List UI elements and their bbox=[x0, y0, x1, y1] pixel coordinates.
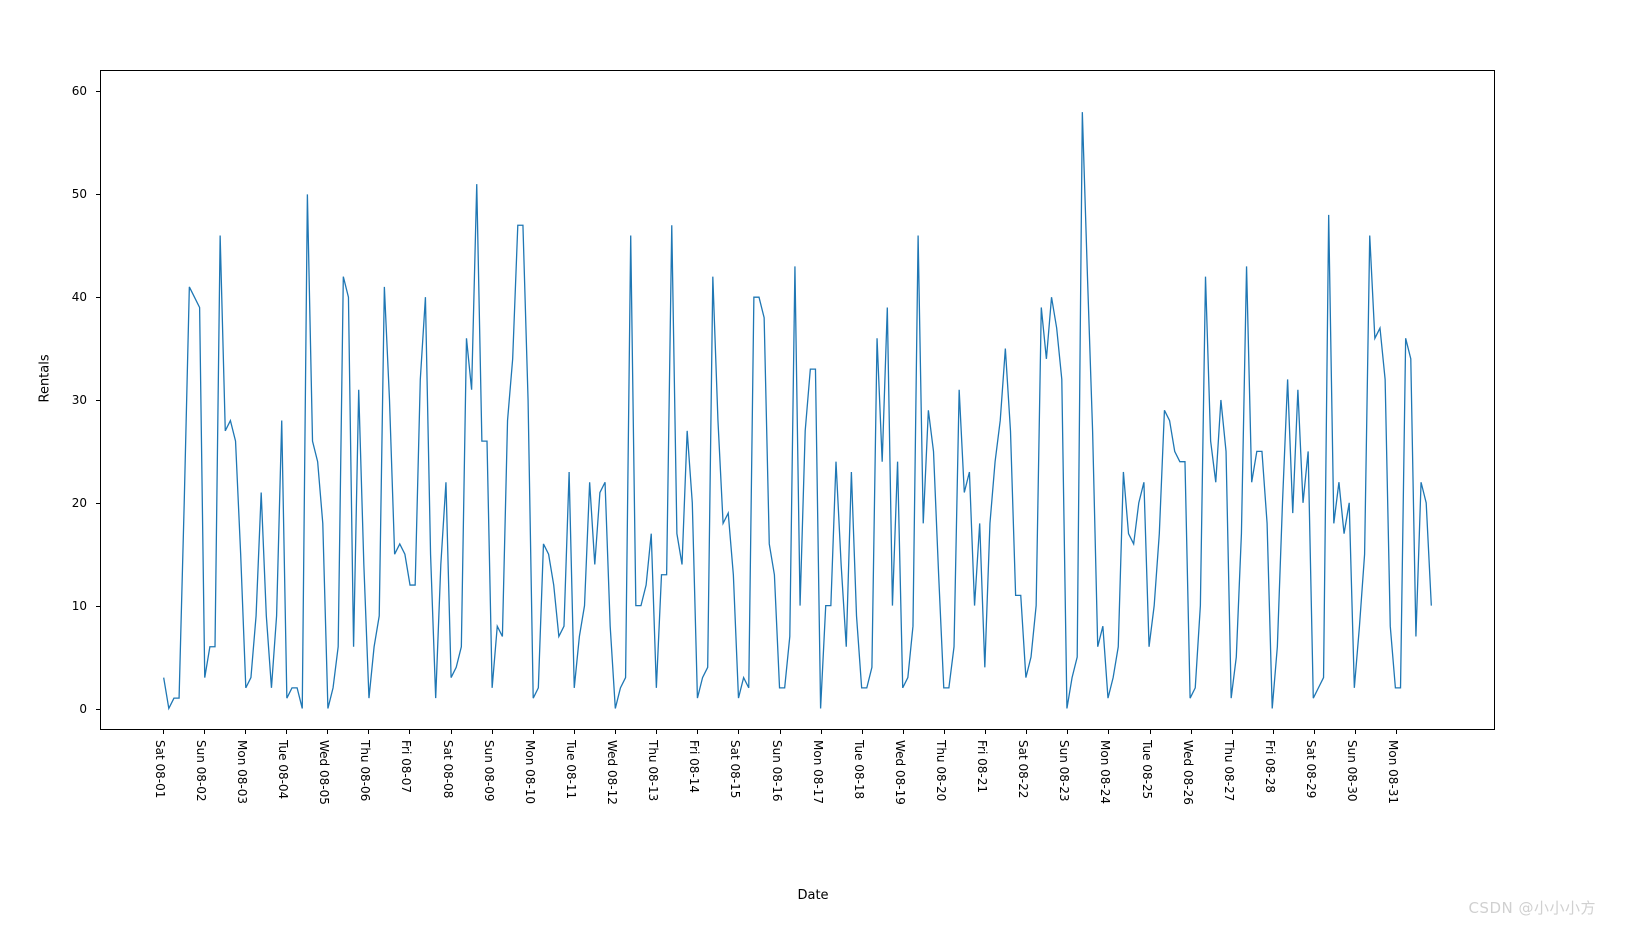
x-tick-mark bbox=[286, 730, 287, 734]
x-tick-label: Mon 08-24 bbox=[1098, 740, 1112, 804]
x-tick-label: Wed 08-19 bbox=[893, 740, 907, 805]
x-tick-mark bbox=[409, 730, 410, 734]
x-tick-mark bbox=[1191, 730, 1192, 734]
x-tick-mark bbox=[615, 730, 616, 734]
x-tick-mark bbox=[327, 730, 328, 734]
y-tick-label: 40 bbox=[72, 290, 95, 304]
x-tick-mark bbox=[780, 730, 781, 734]
x-tick-mark bbox=[451, 730, 452, 734]
x-axis-label: Date bbox=[797, 888, 828, 903]
y-tick-mark bbox=[96, 194, 100, 195]
x-tick-mark bbox=[1232, 730, 1233, 734]
x-tick-label: Thu 08-27 bbox=[1222, 740, 1236, 801]
x-tick-mark bbox=[492, 730, 493, 734]
x-tick-label: Mon 08-03 bbox=[235, 740, 249, 804]
x-tick-mark bbox=[1150, 730, 1151, 734]
x-tick-label: Tue 08-11 bbox=[564, 740, 578, 799]
x-tick-label: Mon 08-31 bbox=[1386, 740, 1400, 804]
x-tick-label: Fri 08-28 bbox=[1263, 740, 1277, 793]
x-tick-label: Mon 08-17 bbox=[811, 740, 825, 804]
y-tick-mark bbox=[96, 297, 100, 298]
y-axis-label: Rentals bbox=[38, 354, 53, 402]
x-tick-mark bbox=[574, 730, 575, 734]
x-tick-mark bbox=[533, 730, 534, 734]
watermark: CSDN @小小小方 bbox=[1468, 897, 1596, 918]
y-tick-mark bbox=[96, 91, 100, 92]
x-tick-mark bbox=[1355, 730, 1356, 734]
x-tick-label: Sun 08-30 bbox=[1345, 740, 1359, 802]
x-tick-label: Tue 08-18 bbox=[852, 740, 866, 799]
y-tick-label: 60 bbox=[72, 84, 95, 98]
y-tick-mark bbox=[96, 503, 100, 504]
x-tick-label: Fri 08-21 bbox=[975, 740, 989, 793]
x-tick-mark bbox=[245, 730, 246, 734]
x-tick-label: Sun 08-23 bbox=[1057, 740, 1071, 802]
y-tick-mark bbox=[96, 606, 100, 607]
x-tick-label: Sat 08-15 bbox=[728, 740, 742, 798]
x-tick-label: Wed 08-12 bbox=[605, 740, 619, 805]
x-tick-label: Sun 08-16 bbox=[770, 740, 784, 802]
x-tick-label: Wed 08-05 bbox=[317, 740, 331, 805]
y-tick-mark bbox=[96, 400, 100, 401]
x-tick-mark bbox=[1314, 730, 1315, 734]
x-tick-mark bbox=[1273, 730, 1274, 734]
x-tick-mark bbox=[821, 730, 822, 734]
x-tick-label: Mon 08-10 bbox=[523, 740, 537, 804]
x-tick-label: Thu 08-06 bbox=[358, 740, 372, 801]
y-tick-label: 0 bbox=[79, 702, 95, 716]
chart-frame bbox=[100, 70, 1495, 730]
x-tick-label: Tue 08-25 bbox=[1140, 740, 1154, 799]
y-tick-label: 30 bbox=[72, 393, 95, 407]
x-tick-mark bbox=[1396, 730, 1397, 734]
y-tick-label: 20 bbox=[72, 496, 95, 510]
line-series bbox=[101, 71, 1494, 729]
x-tick-label: Sat 08-01 bbox=[153, 740, 167, 798]
x-tick-label: Sun 08-09 bbox=[482, 740, 496, 802]
y-tick-label: 50 bbox=[72, 187, 95, 201]
x-tick-label: Sat 08-22 bbox=[1016, 740, 1030, 798]
y-tick-mark bbox=[96, 709, 100, 710]
x-tick-label: Fri 08-14 bbox=[687, 740, 701, 793]
x-tick-mark bbox=[1108, 730, 1109, 734]
x-tick-label: Fri 08-07 bbox=[399, 740, 413, 793]
x-tick-label: Thu 08-13 bbox=[646, 740, 660, 801]
x-tick-label: Sun 08-02 bbox=[194, 740, 208, 802]
x-tick-mark bbox=[697, 730, 698, 734]
x-tick-mark bbox=[862, 730, 863, 734]
x-tick-mark bbox=[738, 730, 739, 734]
x-tick-label: Tue 08-04 bbox=[276, 740, 290, 799]
x-tick-mark bbox=[163, 730, 164, 734]
y-tick-label: 10 bbox=[72, 599, 95, 613]
x-tick-label: Sat 08-29 bbox=[1304, 740, 1318, 798]
x-tick-mark bbox=[985, 730, 986, 734]
x-tick-mark bbox=[944, 730, 945, 734]
x-tick-mark bbox=[368, 730, 369, 734]
x-tick-mark bbox=[204, 730, 205, 734]
x-tick-label: Sat 08-08 bbox=[441, 740, 455, 798]
x-tick-mark bbox=[656, 730, 657, 734]
x-tick-mark bbox=[1026, 730, 1027, 734]
x-tick-label: Wed 08-26 bbox=[1181, 740, 1195, 805]
x-tick-mark bbox=[903, 730, 904, 734]
x-tick-mark bbox=[1067, 730, 1068, 734]
x-tick-label: Thu 08-20 bbox=[934, 740, 948, 801]
